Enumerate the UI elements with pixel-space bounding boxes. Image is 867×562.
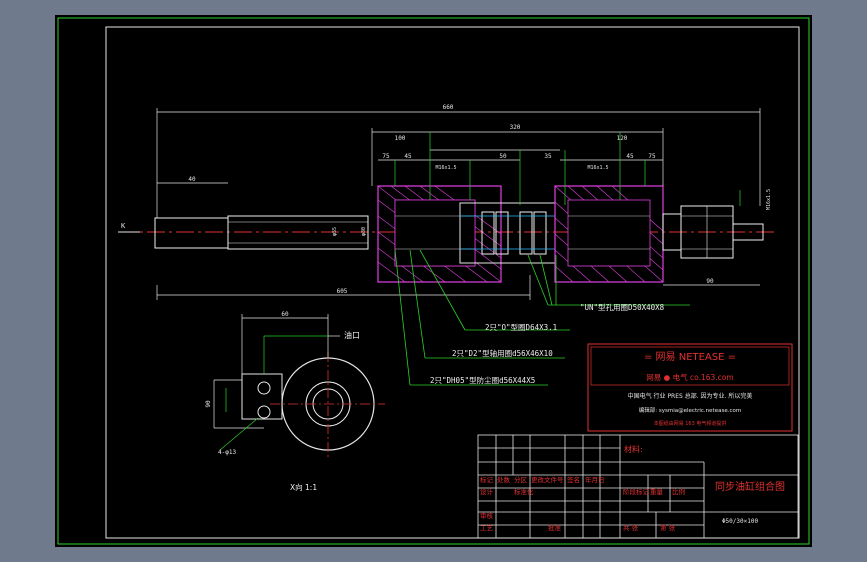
dim-thread-l: M16x1.5 — [435, 165, 456, 171]
watermark-title: = 网易 NETEASE = — [644, 351, 736, 363]
title-block-cell: 分区 — [514, 475, 528, 484]
title-block-cell: 年月日 — [585, 475, 605, 484]
label-ring-seal: "UN"型孔用圈D50X40X8 — [580, 303, 665, 312]
title-block-cell: 更改文件号 — [531, 475, 564, 484]
dim-flange-w: 60 — [281, 311, 289, 318]
label-oil-port: 油口 — [344, 330, 360, 340]
dim-dia2: φ80 — [361, 227, 367, 236]
dim-flange-h: 90 — [205, 400, 212, 408]
dim-d9: 35 — [544, 153, 552, 160]
dim-dia1: φ55 — [332, 227, 338, 236]
title-block-cell: 比例 — [672, 487, 685, 496]
dim-right: 90 — [706, 278, 714, 285]
dim-d3: 45 — [404, 153, 412, 160]
dim-d2: 75 — [382, 153, 390, 160]
watermark-line3: 本图纸由网易 163 电气频道提供 — [654, 420, 727, 427]
title-block-cell: 共 张 — [623, 523, 639, 532]
dim-d4: 120 — [617, 135, 628, 142]
label-scale: X向 1:1 — [290, 482, 317, 492]
title-block-cell: 签名 — [567, 475, 580, 484]
title-block-cell: 标记 — [480, 475, 494, 484]
dim-lower: 605 — [337, 288, 348, 295]
label-rod-seal: 2只"D2"型轴用圈d56X46X10 — [452, 348, 553, 358]
watermark-site: 网易 ● 电气 co.163.com — [646, 372, 733, 382]
dim-total: 660 — [443, 104, 454, 111]
title-block-cell: 工艺 — [480, 524, 494, 532]
title-block-cell: 审核 — [480, 511, 494, 520]
label-dust-seal: 2只"DH05"型防尘圈d56X44X5 — [430, 375, 535, 385]
label-hole-note: 4-φ13 — [218, 449, 236, 456]
dim-rod-end: 40 — [188, 176, 196, 183]
dim-thread-r: M16x1.5 — [587, 165, 608, 171]
title-block-cell: 批准 — [548, 523, 562, 532]
dim-span: 320 — [510, 124, 521, 131]
watermark-line2: 编辑部: sysmia@electric.netease.com — [639, 406, 741, 414]
title-block-cell: 第 张 — [660, 523, 676, 532]
tb-title: 同步油缸组合图 — [715, 480, 785, 493]
title-block-cell: 重量 — [650, 488, 664, 496]
title-block-cell: 标准化 — [514, 487, 534, 496]
label-o-ring: 2只"O"型圈D64X3.1 — [485, 323, 557, 332]
dim-d1: 100 — [395, 135, 406, 142]
dim-d6: 75 — [648, 153, 656, 160]
tb-part-code: Φ50/30×100 — [722, 518, 759, 525]
cad-drawing: 660 40 320 100 75 45 120 45 75 50 35 605… — [55, 15, 812, 547]
tb-material: 材料: — [624, 444, 643, 454]
watermark-line1: 中国电气 行业 PRES 总部. 因为专业. 所以完美 — [628, 392, 753, 400]
paper — [55, 15, 812, 547]
title-block-cell: 设计 — [480, 487, 494, 496]
dim-d8: 50 — [499, 153, 507, 160]
dim-d5: 45 — [626, 153, 634, 160]
title-block-cell: 处数 — [497, 475, 511, 484]
dim-bolt: M16x1.5 — [766, 189, 772, 210]
title-block-cell: 阶段标记 — [623, 487, 650, 496]
